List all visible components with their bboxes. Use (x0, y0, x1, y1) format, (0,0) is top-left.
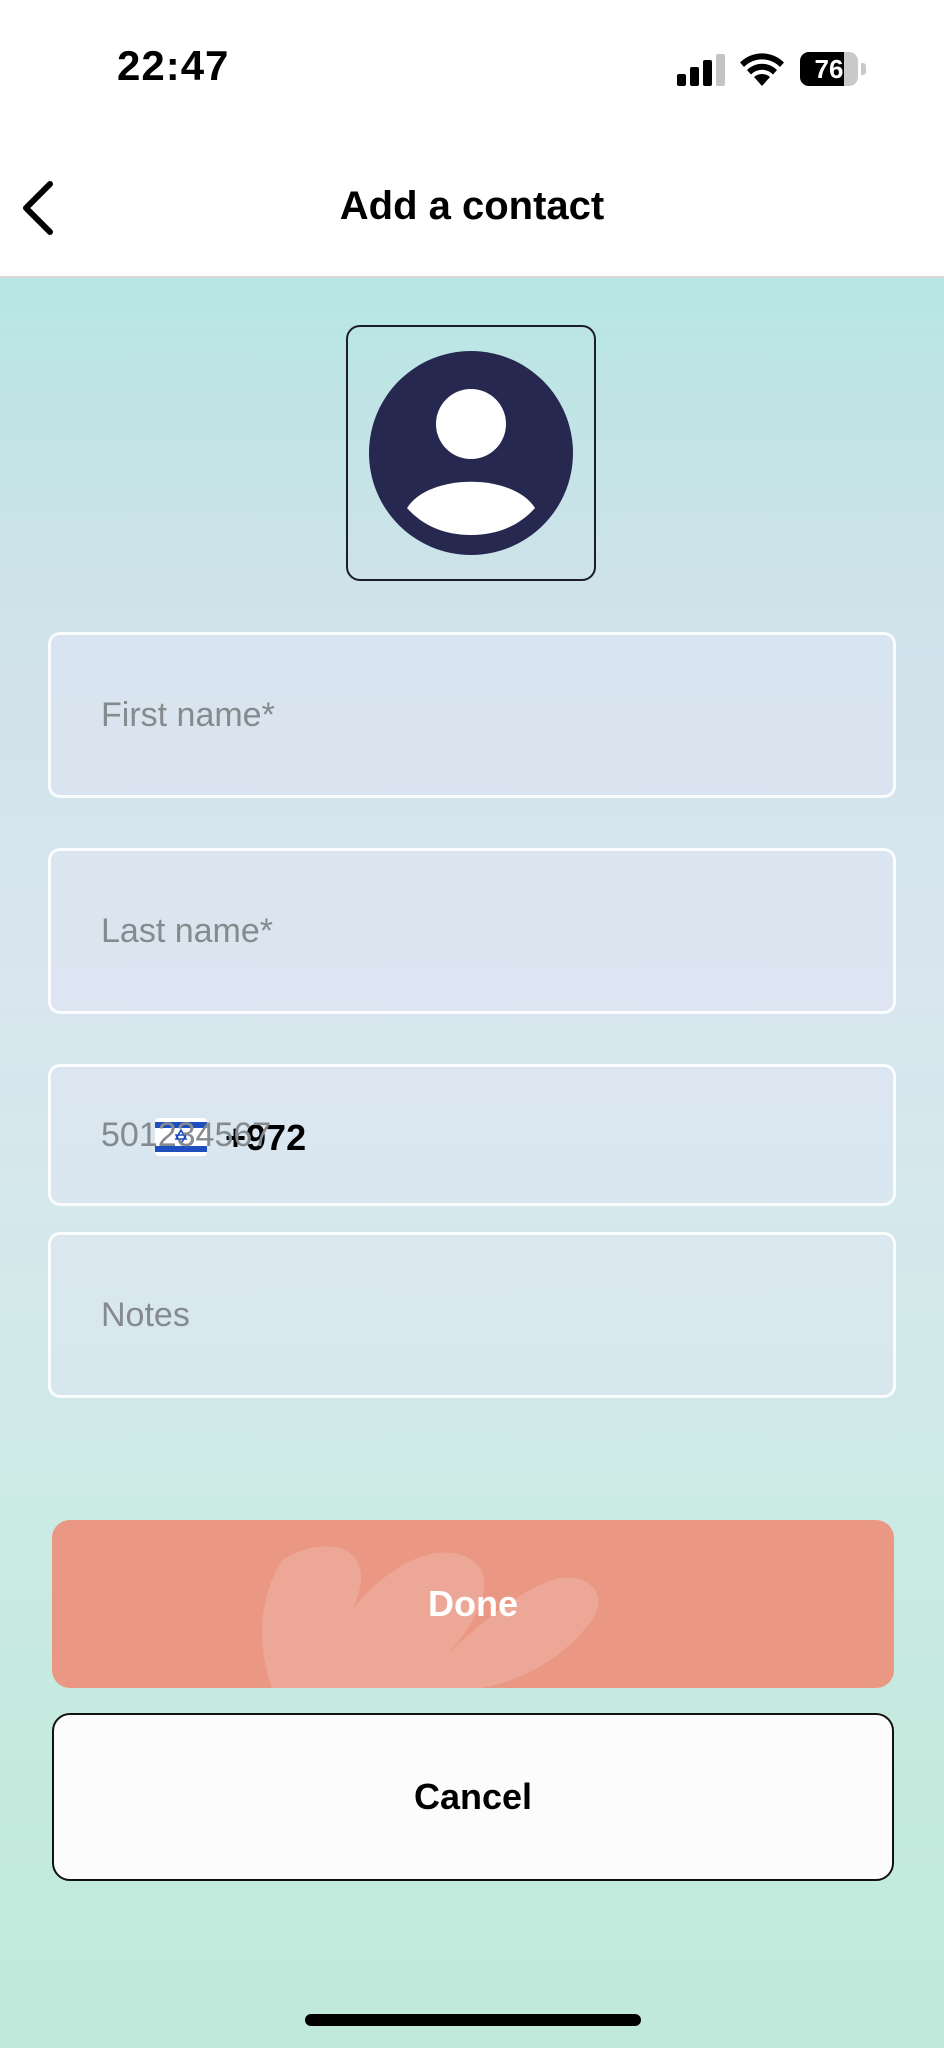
cancel-button[interactable]: Cancel (52, 1713, 894, 1881)
notes-input[interactable] (51, 1235, 893, 1395)
phone-field[interactable]: +972 (48, 1064, 896, 1206)
done-button-label: Done (428, 1583, 518, 1624)
nav-header: Add a contact (0, 140, 944, 278)
user-avatar-icon (369, 351, 573, 555)
cellular-signal-icon (677, 54, 725, 86)
battery-icon: 76 (800, 52, 866, 86)
notes-field[interactable] (48, 1232, 896, 1398)
last-name-field[interactable] (48, 848, 896, 1014)
done-button[interactable]: Done (52, 1520, 894, 1688)
first-name-field[interactable] (48, 632, 896, 798)
status-time: 22:47 (117, 42, 230, 89)
wifi-icon (740, 53, 784, 86)
avatar-picker[interactable] (346, 325, 596, 581)
home-indicator[interactable] (305, 2014, 641, 2026)
battery-percent: 76 (814, 54, 844, 84)
page-title: Add a contact (339, 184, 605, 228)
cancel-button-label: Cancel (413, 1776, 533, 1817)
phone-number-input[interactable] (51, 1067, 893, 1203)
status-bar: 22:47 76 (0, 0, 944, 140)
last-name-input[interactable] (51, 851, 893, 1011)
first-name-input[interactable] (51, 635, 893, 795)
